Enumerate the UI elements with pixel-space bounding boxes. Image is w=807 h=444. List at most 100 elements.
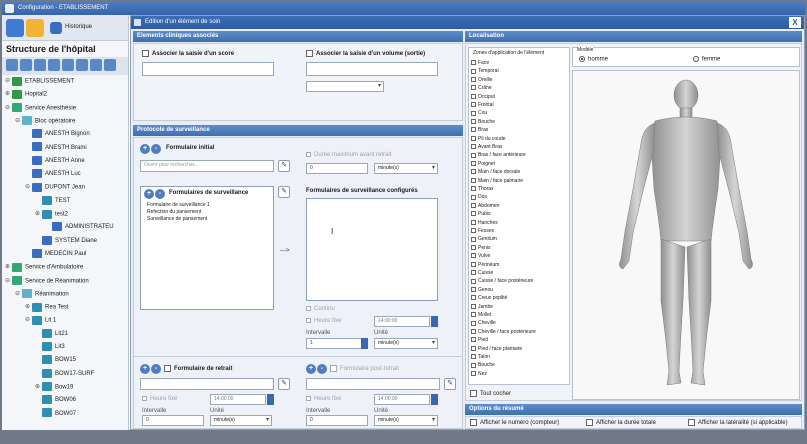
zone-item[interactable]: Jambe: [471, 304, 493, 311]
continu-checkbox[interactable]: Continu: [306, 306, 335, 312]
zone-check-box[interactable]: [471, 144, 476, 150]
show-number-checkbox[interactable]: Afficher le numéro (compteur): [470, 419, 559, 426]
zone-check-box[interactable]: [471, 68, 476, 74]
tree-user-icon[interactable]: [34, 59, 46, 71]
show-number-check-box[interactable]: [470, 419, 477, 426]
zone-item[interactable]: Nez: [471, 371, 487, 378]
fixed-hour-input[interactable]: 14:00:00: [374, 316, 430, 327]
zone-item[interactable]: Thorax: [471, 186, 494, 193]
volume-check-box[interactable]: [306, 50, 313, 57]
human-body-icon[interactable]: [573, 71, 799, 399]
zone-item[interactable]: Genitum: [471, 236, 497, 243]
zone-check-box[interactable]: [471, 194, 476, 200]
initial-form-remove-icon[interactable]: -: [151, 144, 161, 154]
tree-node[interactable]: ⊕ Bow19: [35, 381, 73, 393]
zone-item[interactable]: Mollet: [471, 312, 491, 319]
zone-check-box[interactable]: [471, 135, 476, 141]
fixed-hour-checkbox[interactable]: Heure fixe: [306, 318, 341, 324]
tree-node[interactable]: ⊕ Service d'Ambulatoire: [5, 261, 83, 273]
zone-item[interactable]: Main / face palmaire: [471, 178, 523, 185]
zone-item[interactable]: Pied: [471, 337, 488, 344]
zone-item[interactable]: Bras: [471, 127, 488, 134]
zone-item[interactable]: Creux poplité: [471, 295, 507, 302]
zone-check-box[interactable]: [471, 261, 476, 267]
post-fixed-hour-spinner[interactable]: [431, 394, 438, 405]
female-radio-icon[interactable]: [693, 56, 699, 62]
tree-node[interactable]: MEDECIN Paul: [25, 248, 86, 260]
zone-item[interactable]: Hanches: [471, 220, 498, 227]
zone-item[interactable]: Bras / face antérieure: [471, 152, 526, 159]
zone-check-box[interactable]: [471, 295, 476, 301]
zone-check-box[interactable]: [471, 370, 476, 376]
tree-expander-icon[interactable]: ⊖: [5, 102, 12, 114]
forms-edit-icon[interactable]: ✎: [278, 186, 290, 198]
zone-item[interactable]: Crâne: [471, 85, 492, 92]
zone-item[interactable]: Cou: [471, 110, 487, 117]
tree-refresh-icon[interactable]: [76, 59, 88, 71]
tree-node[interactable]: BOW15: [35, 354, 76, 366]
tree-node[interactable]: ⊖ Réanimation: [15, 288, 69, 300]
history-icon[interactable]: [50, 22, 62, 34]
zone-check-box[interactable]: [471, 228, 476, 234]
post-removal-remove-icon[interactable]: -: [317, 364, 327, 374]
zone-check-box[interactable]: [471, 354, 476, 360]
zone-item[interactable]: Occiput: [471, 94, 495, 101]
interval-spinner[interactable]: [361, 338, 368, 349]
interval-input[interactable]: 1: [306, 338, 368, 349]
tree-node[interactable]: ⊖ Bloc opératoire: [15, 115, 75, 127]
post-removal-edit-icon[interactable]: ✎: [444, 378, 456, 390]
zone-item[interactable]: Périnéum: [471, 262, 499, 269]
max-delay-check-box[interactable]: [306, 152, 311, 157]
check-all-check-box[interactable]: [470, 390, 477, 397]
zone-item[interactable]: Fesses: [471, 228, 494, 235]
zone-item[interactable]: Vulve: [471, 253, 490, 260]
initial-form-edit-icon[interactable]: ✎: [278, 160, 290, 172]
tree-expander-icon[interactable]: ⊖: [5, 275, 12, 287]
configured-forms-list[interactable]: I: [306, 198, 438, 301]
zone-item[interactable]: Abdomen: [471, 203, 499, 210]
warning-icon[interactable]: [26, 19, 44, 37]
tree-edit-icon[interactable]: [20, 59, 32, 71]
tree-node[interactable]: ⊖ Service Anesthésie: [5, 102, 76, 114]
removal-edit-icon[interactable]: ✎: [278, 378, 290, 390]
post-removal-check-box[interactable]: [330, 365, 337, 372]
removal-form-check-box[interactable]: [164, 365, 171, 372]
volume-checkbox[interactable]: Associer la saisie d'un volume (sortie): [306, 50, 425, 57]
show-laterality-checkbox[interactable]: Afficher la latéralité (si applicable): [688, 419, 788, 426]
zone-check-box[interactable]: [471, 211, 476, 217]
zone-item[interactable]: Dos: [471, 194, 487, 201]
zone-check-box[interactable]: [471, 102, 476, 108]
initial-form-search[interactable]: Ouvrir pour rechercher...: [140, 160, 274, 172]
zone-check-box[interactable]: [471, 345, 476, 351]
history-button[interactable]: Historique: [65, 24, 92, 30]
zone-item[interactable]: Main / face dorsale: [471, 169, 520, 176]
surveillance-form-item[interactable]: Surveillance de pansement: [147, 216, 207, 222]
zone-item[interactable]: Oreille: [471, 77, 492, 84]
surveillance-form-item[interactable]: Refection du pansement: [147, 209, 201, 215]
tree-expander-icon[interactable]: ⊕: [25, 301, 32, 313]
zone-check-box[interactable]: [471, 110, 476, 116]
tree-node[interactable]: ⊕ Rea Test: [25, 301, 69, 313]
zone-check-box[interactable]: [471, 253, 476, 259]
help-icon[interactable]: [6, 19, 24, 37]
score-checkbox[interactable]: Associer la saisie d'un score: [142, 50, 234, 57]
zone-check-box[interactable]: [471, 219, 476, 225]
tree-expander-icon[interactable]: ⊕: [35, 208, 42, 220]
tree-expander-icon[interactable]: ⊖: [15, 288, 22, 300]
zone-item[interactable]: Genou: [471, 287, 493, 294]
zone-check-box[interactable]: [471, 286, 476, 292]
zone-item[interactable]: Face: [471, 60, 489, 67]
zone-check-box[interactable]: [471, 236, 476, 242]
zone-check-box[interactable]: [471, 328, 476, 334]
move-arrow[interactable]: --->: [280, 248, 290, 254]
tree-node[interactable]: ⊖ Service de Réanimation: [5, 275, 89, 287]
score-input[interactable]: [142, 62, 274, 76]
zone-check-box[interactable]: [471, 186, 476, 192]
body-model-view[interactable]: [572, 70, 800, 400]
zone-check-box[interactable]: [471, 202, 476, 208]
close-button[interactable]: X: [789, 17, 801, 28]
tree-node[interactable]: ⊕ Hopital2: [5, 88, 47, 100]
zone-check-box[interactable]: [471, 160, 476, 166]
zone-item[interactable]: Pied / face plantaire: [471, 346, 522, 353]
tree-more-icon[interactable]: [104, 59, 116, 71]
